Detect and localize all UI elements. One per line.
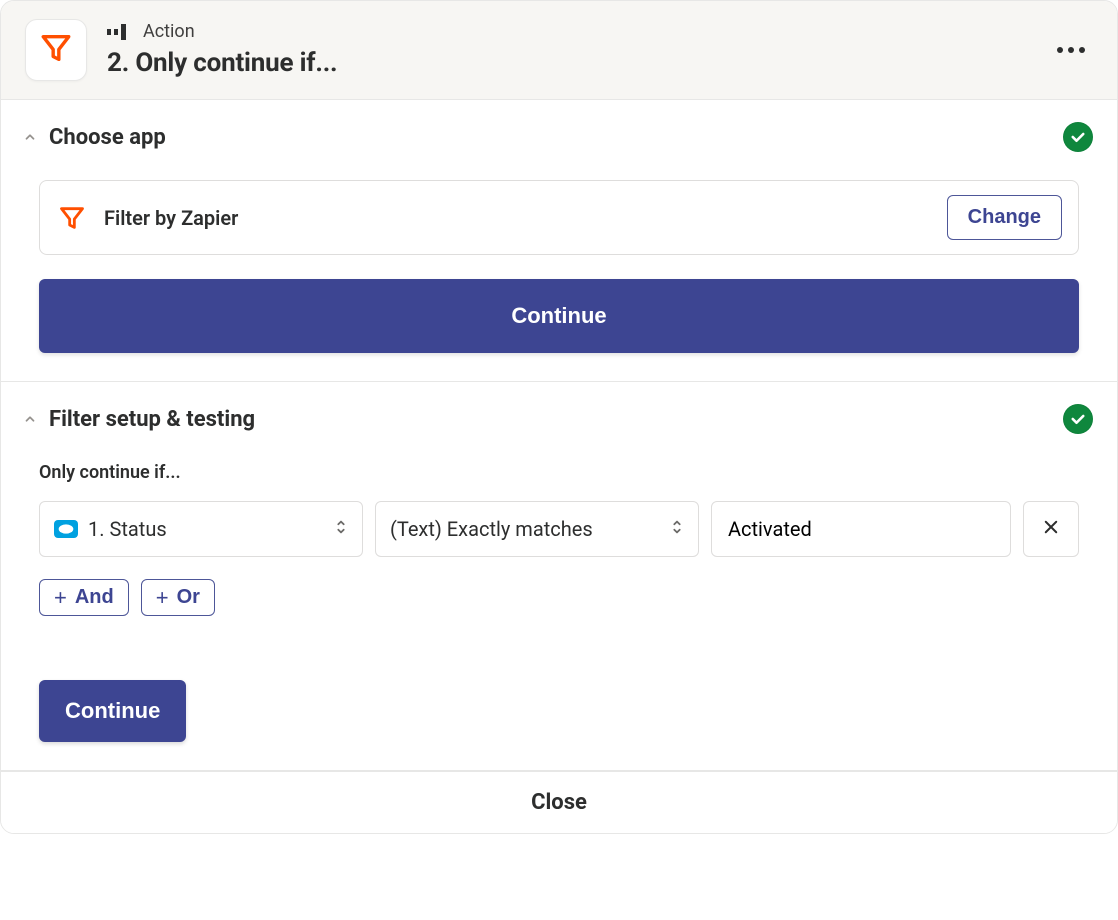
close-label: Close [531, 790, 587, 815]
action-step-editor: Action 2. Only continue if... Choose app [0, 0, 1118, 834]
close-icon [1042, 516, 1060, 542]
editor-header: Action 2. Only continue if... [1, 1, 1117, 100]
rule-value-input[interactable] [711, 501, 1011, 557]
chevron-up-icon [19, 412, 41, 426]
header-kicker: Action [143, 23, 195, 41]
filter-rule-row: 1. Status (Text) Exactly matches [39, 501, 1079, 557]
chosen-app-name: Filter by Zapier [104, 206, 238, 230]
filter-icon [39, 31, 73, 69]
choose-app-continue-button[interactable]: Continue [39, 279, 1079, 353]
change-app-button[interactable]: Change [947, 195, 1062, 240]
plus-icon: + [156, 587, 169, 609]
section-filter-setup-header[interactable]: Filter setup & testing [1, 382, 1117, 434]
plus-icon: + [54, 587, 67, 609]
more-menu-button[interactable] [1053, 41, 1089, 59]
rule-field-value: 1. Status [88, 517, 167, 541]
check-icon [1063, 404, 1093, 434]
filter-continue-button[interactable]: Continue [39, 680, 186, 742]
rule-condition-value: (Text) Exactly matches [390, 517, 593, 541]
select-caret-icon [670, 517, 684, 541]
add-or-button[interactable]: + Or [141, 579, 215, 616]
select-caret-icon [334, 517, 348, 541]
app-logo-tile [25, 19, 87, 81]
add-and-label: And [75, 586, 114, 609]
close-button[interactable]: Close [1, 771, 1117, 833]
salesforce-icon [54, 520, 78, 538]
section-choose-app-status [1063, 122, 1093, 152]
filter-field-label: Only continue if... [39, 462, 1079, 483]
rule-condition-select[interactable]: (Text) Exactly matches [375, 501, 699, 557]
section-filter-setup: Filter setup & testing Only continue if.… [1, 382, 1117, 771]
check-icon [1063, 122, 1093, 152]
section-filter-setup-status [1063, 404, 1093, 434]
section-choose-app-title: Choose app [49, 125, 166, 150]
section-choose-app-header[interactable]: Choose app [1, 100, 1117, 152]
rule-field-select[interactable]: 1. Status [39, 501, 363, 557]
filter-icon [56, 202, 88, 234]
header-title: 2. Only continue if... [107, 48, 337, 78]
section-choose-app: Choose app Filter by Zapier Change Conti… [1, 100, 1117, 382]
add-and-button[interactable]: + And [39, 579, 129, 616]
rule-value-field[interactable] [726, 516, 996, 542]
section-filter-setup-title: Filter setup & testing [49, 407, 255, 432]
remove-rule-button[interactable] [1023, 501, 1079, 557]
chevron-up-icon [19, 130, 41, 144]
action-step-icon [107, 22, 133, 42]
chosen-app-row: Filter by Zapier Change [39, 180, 1079, 255]
add-or-label: Or [177, 586, 200, 609]
